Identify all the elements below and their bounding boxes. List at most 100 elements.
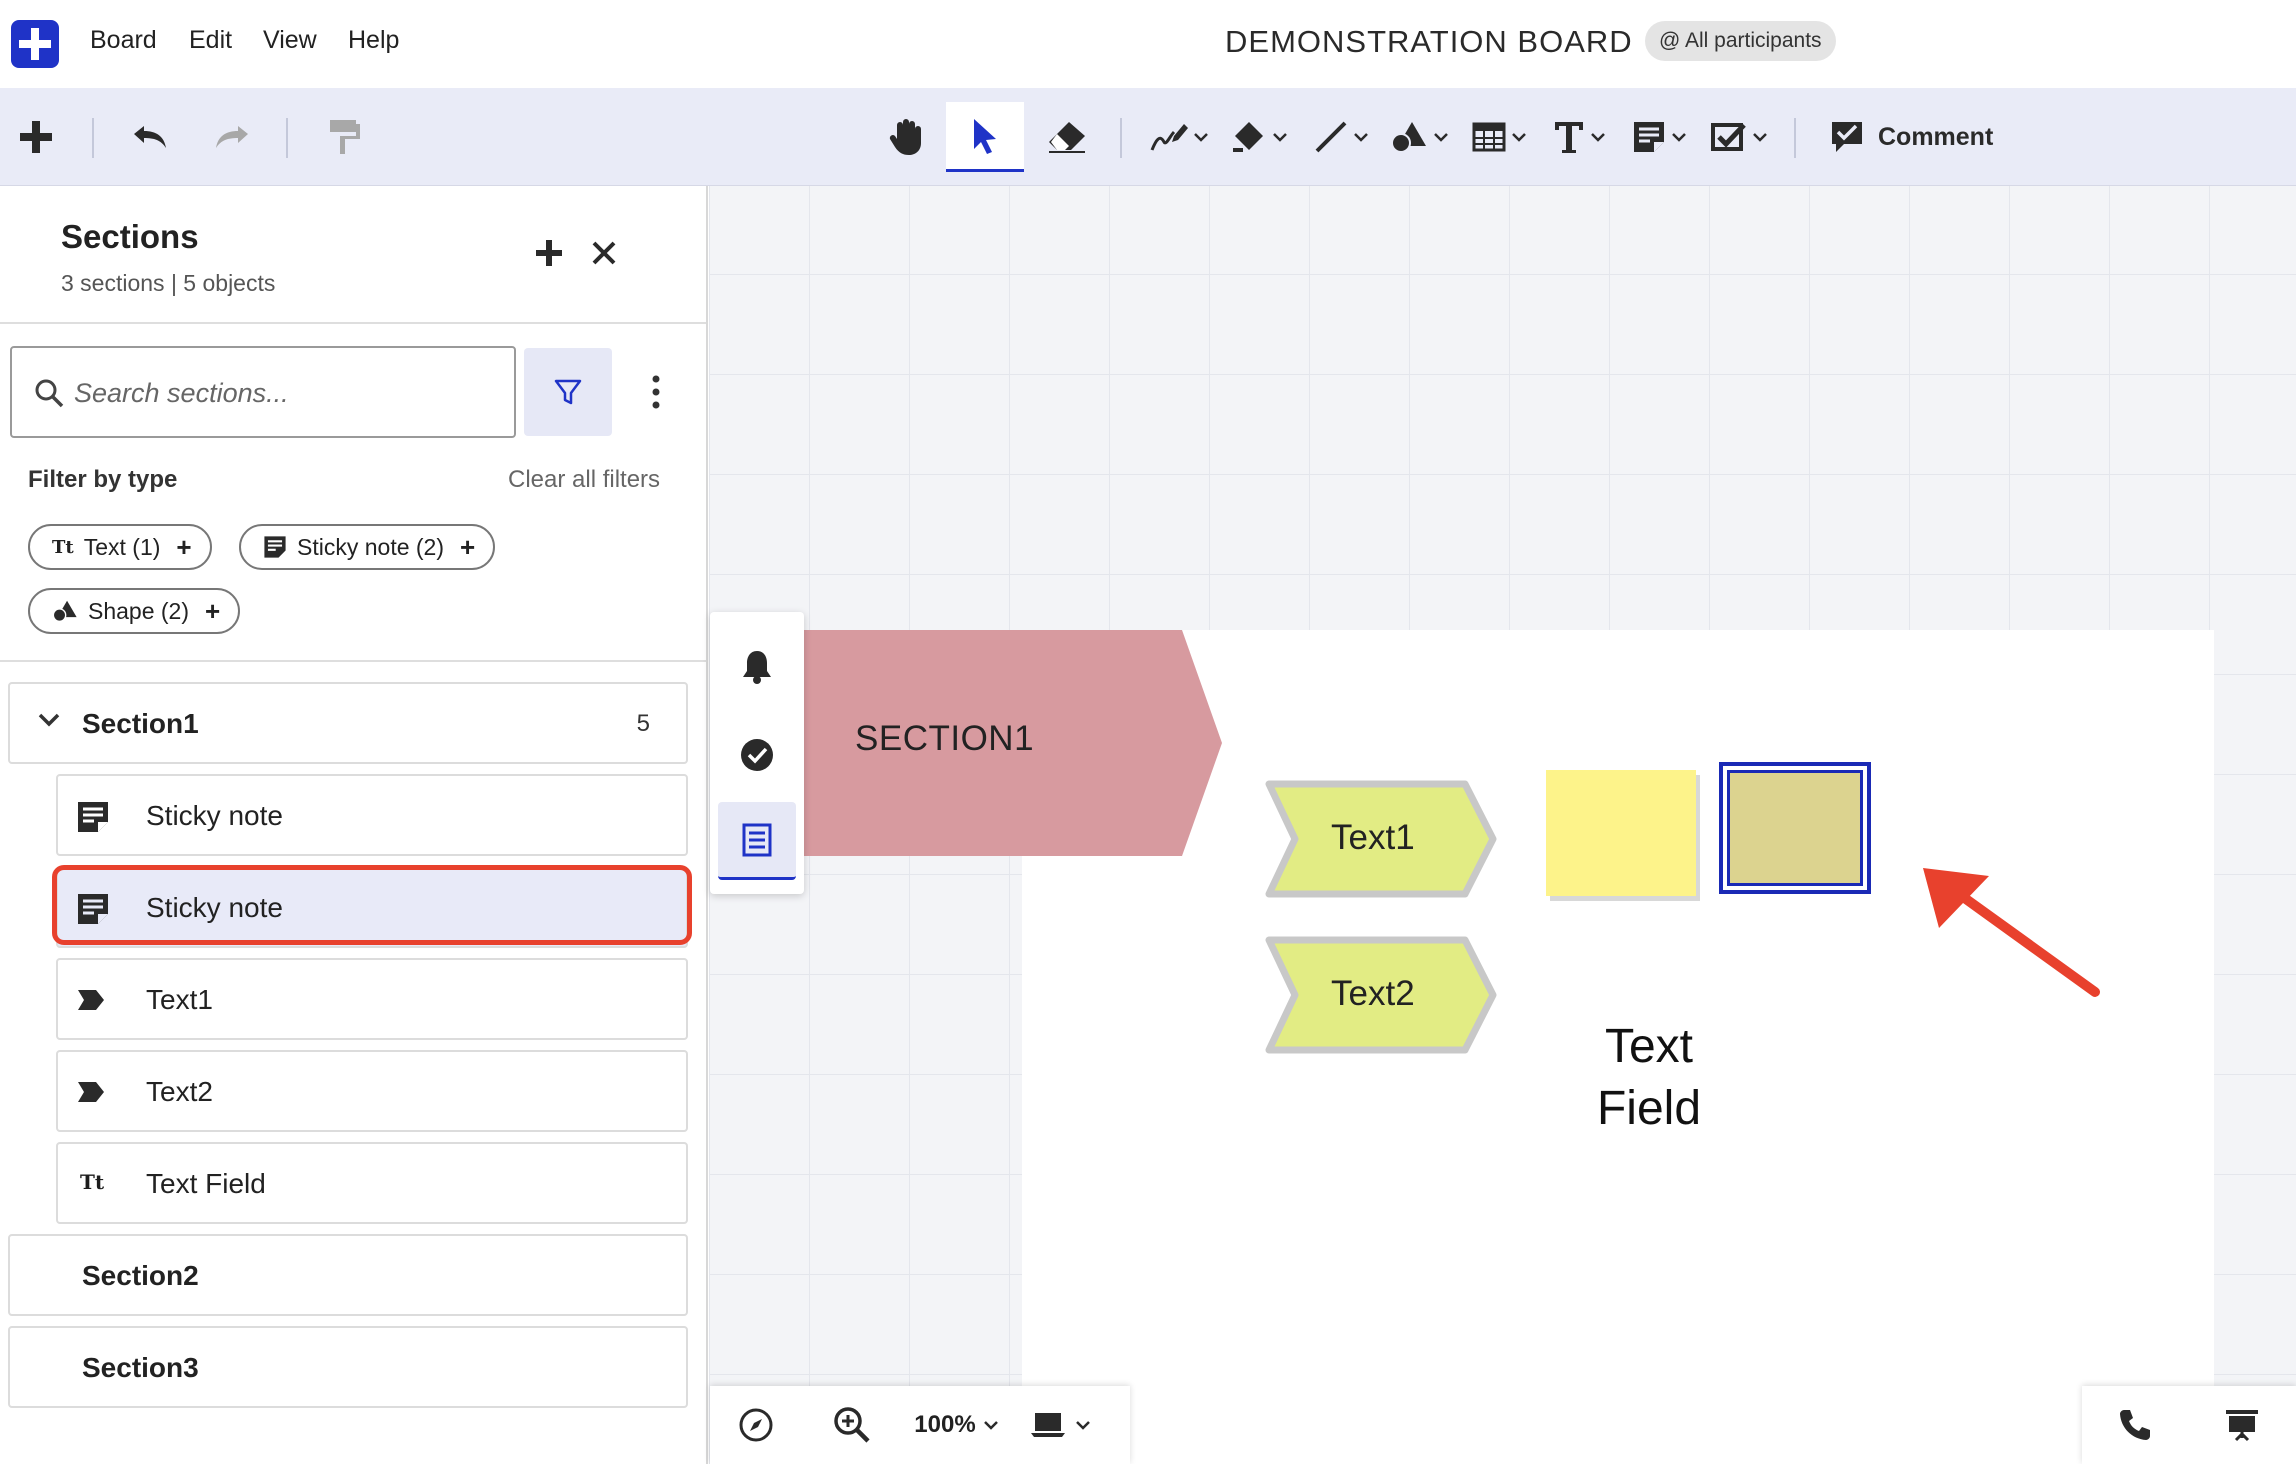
- chip-label: Text (1): [83, 533, 161, 560]
- close-icon: [592, 241, 616, 265]
- menu-board[interactable]: Board: [90, 26, 157, 55]
- chevron-down-icon: [1672, 133, 1686, 142]
- eraser-icon: [1049, 122, 1085, 153]
- list-item-label: Sticky note: [146, 892, 283, 923]
- add-section-button[interactable]: [534, 238, 564, 273]
- more-options-button[interactable]: [640, 366, 672, 418]
- sections-button[interactable]: [718, 802, 796, 880]
- chevron-down-icon: [1076, 1421, 1090, 1430]
- highlighter-tool-button[interactable]: [1226, 102, 1292, 172]
- board-canvas[interactable]: SECTION1 Text1 Text2 Text Field: [709, 186, 2296, 1464]
- divider: [0, 322, 706, 324]
- shapes-icon: [1391, 122, 1426, 153]
- menu-view[interactable]: View: [263, 26, 317, 55]
- sticky-note-icon: [78, 894, 108, 924]
- table-tool-button[interactable]: [1466, 102, 1532, 172]
- list-icon: [742, 823, 772, 856]
- paint-roller-icon: [330, 120, 360, 154]
- select-tool-button[interactable]: [946, 102, 1024, 172]
- add-button[interactable]: [12, 102, 60, 172]
- presentation-button[interactable]: [2224, 1408, 2260, 1442]
- annotation-arrow: [1923, 868, 2100, 997]
- funnel-icon: [554, 379, 582, 405]
- zoom-value: 100%: [914, 1411, 976, 1438]
- device-view-select[interactable]: [1010, 1411, 1110, 1439]
- filter-chip-sticky-note[interactable]: Sticky note (2) +: [239, 524, 496, 570]
- undo-button[interactable]: [126, 102, 172, 172]
- list-item-label: Text2: [146, 1076, 213, 1107]
- app-logo[interactable]: [11, 20, 59, 68]
- text-field[interactable]: Text Field: [1559, 1016, 1739, 1140]
- sticky-note-icon: [264, 536, 286, 558]
- toolbar-separator: [1120, 118, 1122, 158]
- section-row-section2[interactable]: Section2: [8, 1234, 688, 1316]
- participants-badge[interactable]: @ All participants: [1645, 21, 1836, 61]
- list-item[interactable]: Tt Text Field: [56, 1142, 688, 1224]
- text-type-icon: Tt: [80, 1170, 105, 1194]
- sticky-note-yellow[interactable]: [1546, 770, 1696, 896]
- text-type-icon: Tt: [52, 536, 74, 558]
- tasks-button[interactable]: [718, 716, 796, 794]
- list-item[interactable]: Text2: [56, 1050, 688, 1132]
- bell-icon: [743, 651, 771, 684]
- undo-icon: [134, 126, 166, 148]
- eraser-tool-button[interactable]: [1042, 102, 1092, 172]
- zoom-level-select[interactable]: 100%: [902, 1411, 1010, 1439]
- text-tool-button[interactable]: [1546, 102, 1612, 172]
- chevron-down-icon: [1273, 133, 1287, 142]
- chevron-down-icon: [1591, 133, 1605, 142]
- menu-edit[interactable]: Edit: [189, 26, 232, 55]
- sticky-note-fill: [1727, 770, 1863, 886]
- chip-label: Shape (2): [88, 597, 190, 624]
- navigator-button[interactable]: [710, 1407, 802, 1443]
- comment-button[interactable]: Comment: [1830, 108, 1993, 166]
- plus-icon: [536, 240, 562, 266]
- section-row-section3[interactable]: Section3: [8, 1326, 688, 1408]
- close-panel-button[interactable]: [591, 240, 617, 271]
- pen-tool-button[interactable]: [1146, 102, 1212, 172]
- chevron-down-icon: [1434, 133, 1448, 142]
- marker-icon: [1233, 122, 1263, 152]
- shape-tool-button[interactable]: [1386, 102, 1452, 172]
- zoom-in-button[interactable]: [802, 1406, 902, 1444]
- board-title: DEMONSTRATION BOARD: [1225, 24, 1633, 59]
- filter-button[interactable]: [524, 348, 612, 436]
- notifications-button[interactable]: [718, 628, 796, 706]
- clear-filters-link[interactable]: Clear all filters: [508, 466, 660, 494]
- list-item[interactable]: Sticky note: [56, 774, 688, 856]
- filter-chip-text[interactable]: Tt Text (1) +: [28, 524, 212, 570]
- phone-icon: [2120, 1410, 2150, 1440]
- presentation-icon: [2226, 1410, 2258, 1442]
- section-row-section1[interactable]: Section1 5: [8, 682, 688, 764]
- sticky-note-selected[interactable]: [1719, 762, 1871, 894]
- list-item[interactable]: Text1: [56, 958, 688, 1040]
- chevron-shape-icon: [78, 990, 104, 1010]
- sticky-note-tool-button[interactable]: [1626, 102, 1692, 172]
- redo-button[interactable]: [210, 102, 256, 172]
- sticky-note-icon: [1634, 122, 1664, 152]
- search-input[interactable]: [74, 370, 494, 416]
- chevron-down-icon: [1512, 133, 1526, 142]
- call-button[interactable]: [2118, 1408, 2152, 1442]
- list-item-label: Text Field: [146, 1168, 266, 1199]
- zoom-in-icon: [834, 1407, 870, 1443]
- table-icon: [1472, 122, 1506, 152]
- filter-by-type-label: Filter by type: [28, 466, 178, 493]
- text-field-line: Field: [1596, 1082, 1702, 1135]
- cursor-icon: [974, 118, 996, 154]
- menu-bar: Board Edit View Help DEMONSTRATION BOARD…: [0, 0, 2296, 88]
- filter-chip-shape[interactable]: Shape (2) +: [28, 588, 241, 634]
- shape-label: Text1: [1331, 818, 1415, 857]
- plus-icon: [20, 121, 52, 153]
- toolbar-separator: [1794, 118, 1796, 158]
- list-item-selected[interactable]: Sticky note: [56, 866, 688, 948]
- format-painter-button[interactable]: [322, 102, 366, 172]
- panel-subtitle: 3 sections | 5 objects: [61, 270, 276, 296]
- hand-tool-button[interactable]: [880, 102, 932, 172]
- line-tool-button[interactable]: [1308, 102, 1374, 172]
- section-title: SECTION1: [855, 719, 1035, 758]
- menu-help[interactable]: Help: [348, 26, 399, 55]
- checklist-tool-button[interactable]: [1706, 102, 1772, 172]
- plus-icon: +: [176, 531, 192, 562]
- chevron-down-icon: [1753, 133, 1767, 142]
